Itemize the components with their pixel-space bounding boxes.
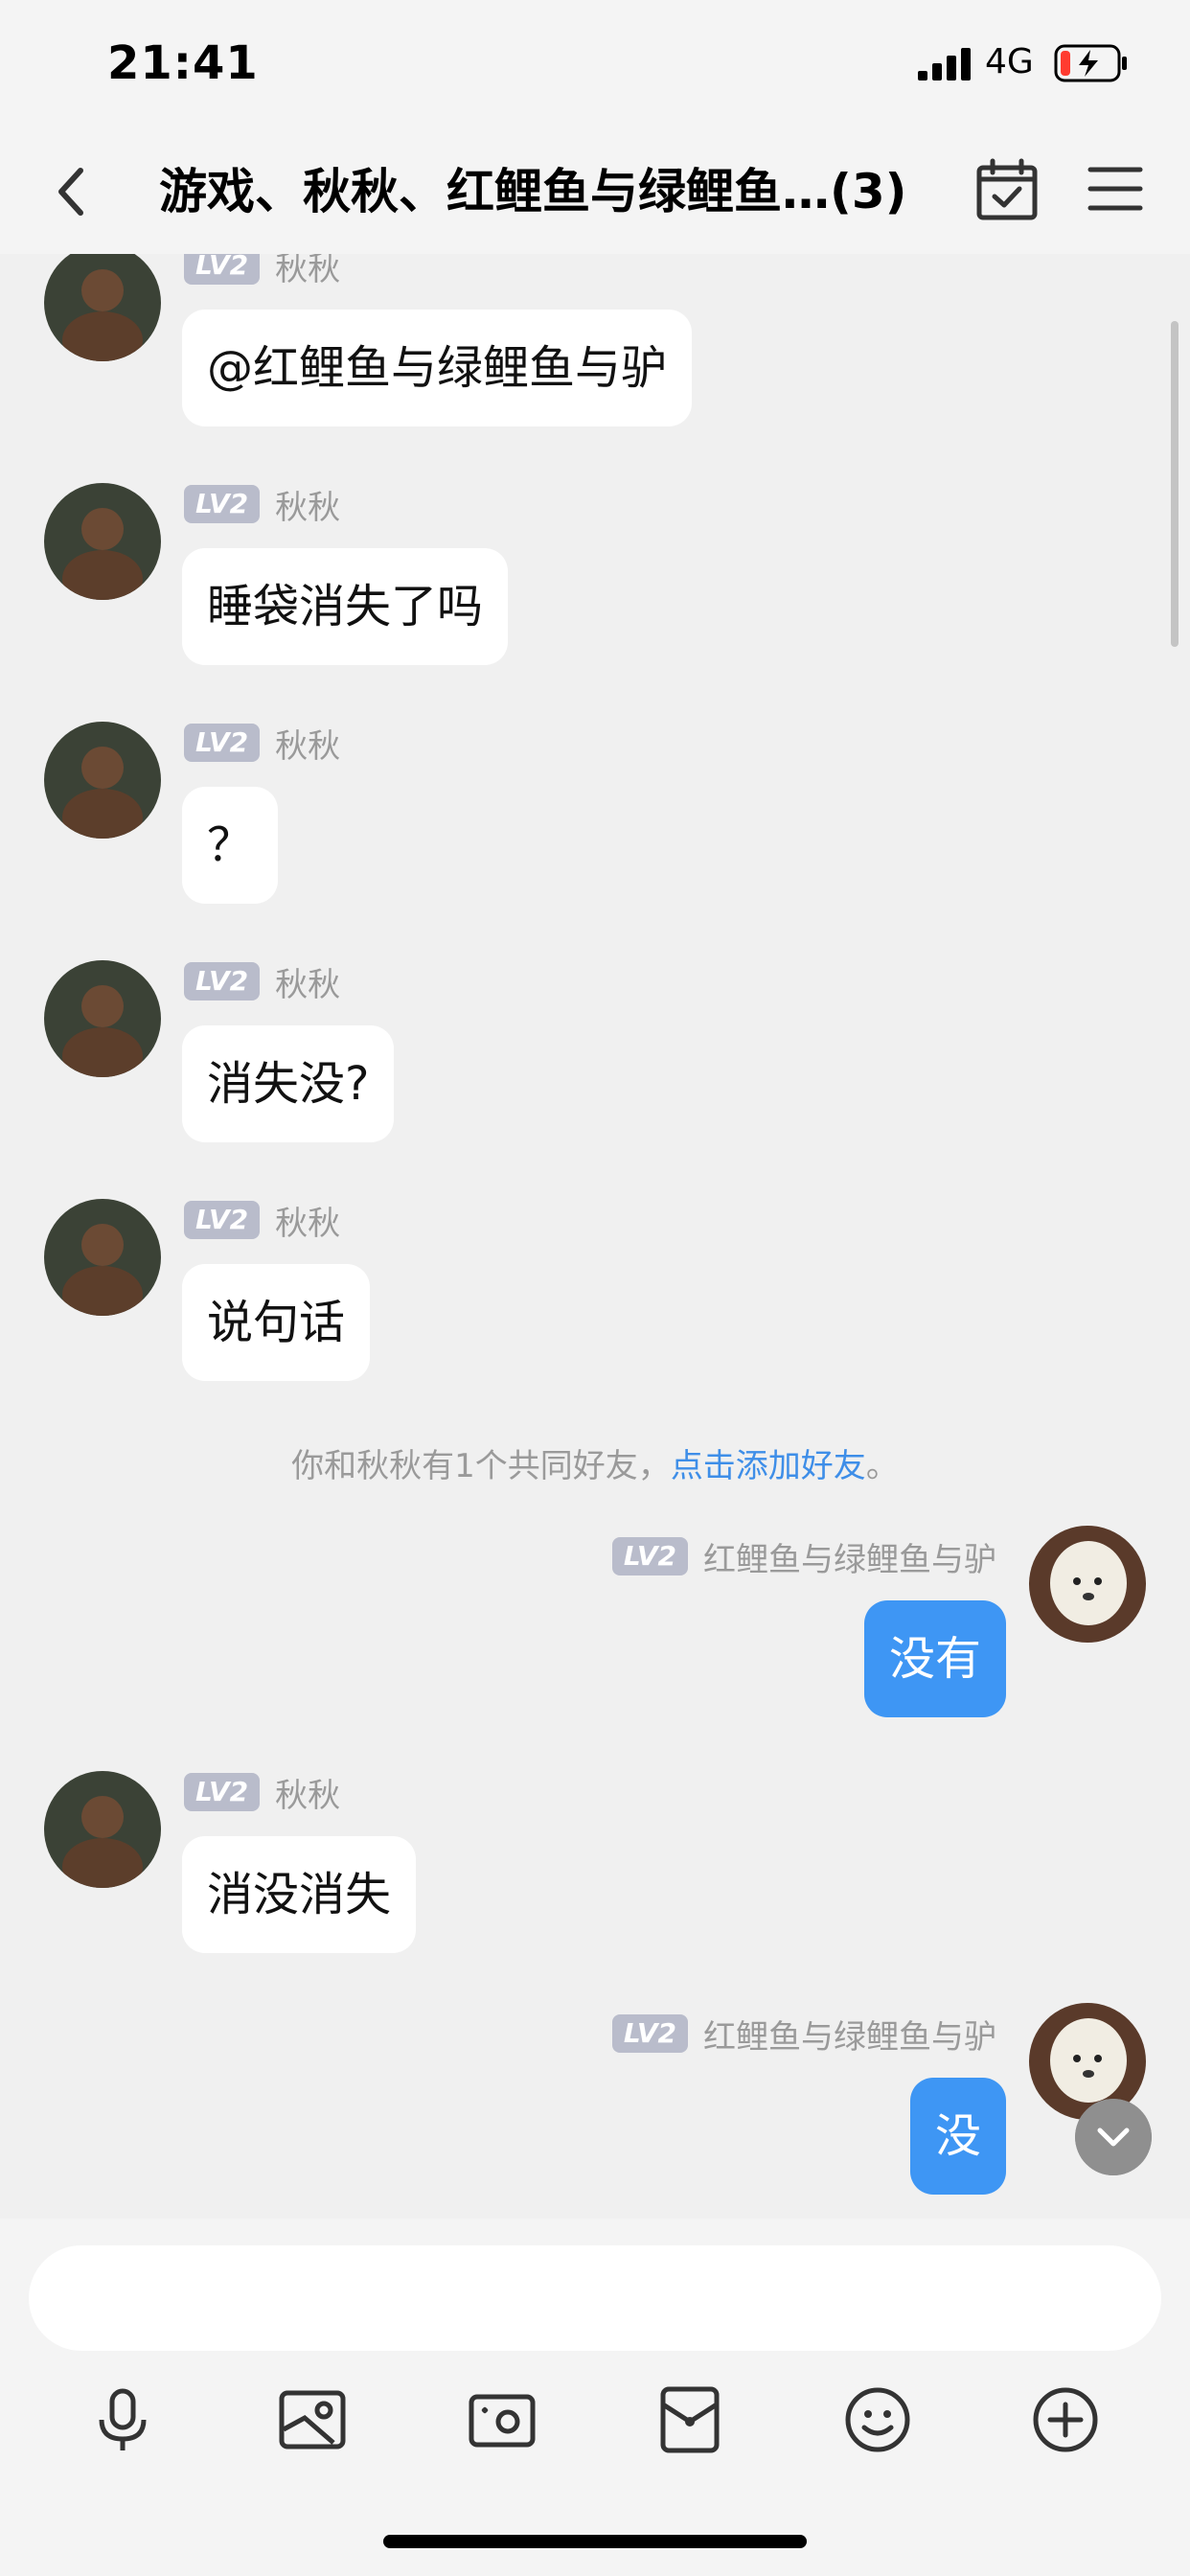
sender-info: LV2 秋秋 xyxy=(184,254,341,288)
chat-header: 游戏、秋秋、红鲤鱼与绿鲤鱼…(3) xyxy=(0,129,1190,254)
system-notice-suffix: 。 xyxy=(865,1447,899,1485)
message-bubble[interactable]: 睡袋消失了吗 xyxy=(182,548,509,665)
image-icon[interactable] xyxy=(276,2383,349,2456)
message-bubble[interactable]: ？ xyxy=(182,787,279,904)
sender-info: LV2 秋秋 xyxy=(184,1199,341,1243)
message-bubble[interactable]: 说句话 xyxy=(182,1264,371,1381)
sender-name: 秋秋 xyxy=(275,254,341,288)
home-indicator[interactable] xyxy=(383,2535,807,2548)
avatar[interactable] xyxy=(44,483,161,600)
level-badge: LV2 xyxy=(611,1537,688,1576)
microphone-icon[interactable] xyxy=(86,2383,159,2456)
message-bubble[interactable]: @红鲤鱼与绿鲤鱼与驴 xyxy=(182,310,693,426)
sender-name: 红鲤鱼与绿鲤鱼与驴 xyxy=(703,2017,996,2057)
level-badge: LV2 xyxy=(184,1201,261,1239)
message-bubble[interactable]: 没 xyxy=(909,2078,1006,2195)
avatar[interactable] xyxy=(44,960,161,1077)
plus-icon[interactable] xyxy=(1029,2383,1102,2456)
level-badge: LV2 xyxy=(184,485,261,523)
message-bubble[interactable]: 消没消失 xyxy=(182,1836,417,1953)
avatar[interactable] xyxy=(44,254,161,361)
sender-info: LV2 秋秋 xyxy=(184,483,341,527)
red-packet-icon[interactable] xyxy=(653,2383,726,2456)
message-bubble[interactable]: 消失没? xyxy=(182,1025,395,1142)
level-badge: LV2 xyxy=(184,1773,261,1811)
add-friend-link[interactable]: 点击添加好友 xyxy=(671,1447,866,1485)
sender-name: 秋秋 xyxy=(275,965,341,1004)
scrollbar[interactable] xyxy=(1171,321,1179,647)
message-input[interactable] xyxy=(29,2245,1161,2351)
sender-info: LV2 红鲤鱼与绿鲤鱼与驴 xyxy=(611,1535,996,1579)
sender-name: 秋秋 xyxy=(275,726,341,766)
level-badge: LV2 xyxy=(611,2014,688,2053)
back-icon[interactable] xyxy=(48,161,96,222)
status-bar: 21:41 4G xyxy=(0,0,1190,129)
composer xyxy=(0,2219,1190,2576)
emoji-icon[interactable] xyxy=(841,2383,914,2456)
sender-name: 秋秋 xyxy=(275,1776,341,1815)
message-bubble[interactable]: 没有 xyxy=(863,1600,1006,1717)
camera-icon[interactable] xyxy=(466,2383,538,2456)
battery-icon xyxy=(1054,44,1127,82)
sender-info: LV2 秋秋 xyxy=(184,960,341,1004)
sender-name: 秋秋 xyxy=(275,1204,341,1243)
sender-name: 红鲤鱼与绿鲤鱼与驴 xyxy=(703,1540,996,1579)
sender-info: LV2 秋秋 xyxy=(184,722,341,766)
sender-name: 秋秋 xyxy=(275,488,341,527)
menu-icon[interactable] xyxy=(1087,160,1144,218)
level-badge: LV2 xyxy=(184,724,261,762)
status-time: 21:41 xyxy=(107,36,259,90)
chat-title[interactable]: 游戏、秋秋、红鲤鱼与绿鲤鱼…(3) xyxy=(159,158,926,225)
avatar[interactable] xyxy=(44,722,161,839)
system-notice: 你和秋秋有1个共同好友，点击添加好友。 xyxy=(0,1439,1190,1486)
calendar-check-icon[interactable] xyxy=(975,158,1039,221)
sender-info: LV2 红鲤鱼与绿鲤鱼与驴 xyxy=(611,2012,996,2057)
scroll-to-bottom-button[interactable] xyxy=(1075,2099,1152,2175)
avatar[interactable] xyxy=(44,1199,161,1316)
signal-icon xyxy=(918,48,971,80)
avatar[interactable] xyxy=(44,1771,161,1888)
system-notice-text: 你和秋秋有1个共同好友， xyxy=(291,1447,671,1485)
level-badge: LV2 xyxy=(184,254,261,285)
network-type: 4G xyxy=(985,42,1034,81)
sender-info: LV2 秋秋 xyxy=(184,1771,341,1815)
message-list[interactable]: LV2 秋秋 @红鲤鱼与绿鲤鱼与驴 LV2 秋秋 睡袋消失了吗 LV2 秋秋 ？ xyxy=(0,254,1190,2219)
level-badge: LV2 xyxy=(184,962,261,1000)
avatar[interactable] xyxy=(1029,1526,1146,1643)
